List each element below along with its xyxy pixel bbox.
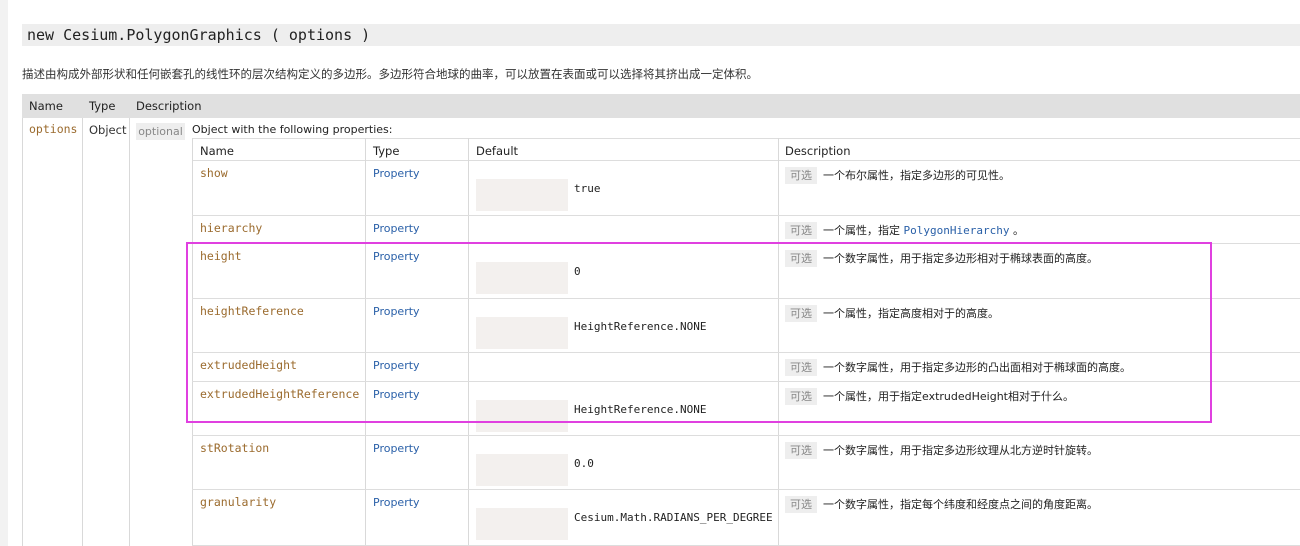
table-row: hierarchy Property 可选 一个属性，指定 PolygonHie… <box>192 216 1300 244</box>
default-value: true <box>574 182 601 195</box>
param-type-link[interactable]: Property <box>373 222 420 235</box>
outer-border-col1 <box>82 118 83 546</box>
param-name: heightReference <box>200 304 304 318</box>
param-description: 一个数字属性，用于指定多边形相对于椭球表面的高度。 <box>823 252 1098 265</box>
header-name: Name <box>29 99 63 113</box>
param-type-link[interactable]: Property <box>373 250 420 263</box>
param-name: stRotation <box>200 441 270 455</box>
inner-header-description: Description <box>785 144 851 158</box>
table-row: stRotation Property 0.0 可选 一个数字属性，用于指定多边… <box>192 436 1300 490</box>
optional-badge: 可选 <box>785 442 817 459</box>
default-value-bg <box>476 400 568 432</box>
table-row: show Property true 可选 一个布尔属性，指定多边形的可见性。 <box>192 161 1300 216</box>
param-type-link[interactable]: Property <box>373 442 420 455</box>
table-row: extrudedHeightReference Property HeightR… <box>192 382 1300 436</box>
default-value-bg <box>476 508 568 540</box>
optional-badge: 可选 <box>785 496 817 513</box>
default-value-bg <box>476 179 568 211</box>
param-options-name: options <box>29 122 78 136</box>
default-value: Cesium.Math.RADIANS_PER_DEGREE <box>574 511 773 524</box>
param-name: height <box>200 249 242 263</box>
param-type-link[interactable]: Property <box>373 167 420 180</box>
param-description: 一个数字属性，指定每个纬度和经度点之间的角度距离。 <box>823 498 1098 511</box>
param-description: 一个数字属性，用于指定多边形的凸出面相对于椭球面的高度。 <box>823 361 1131 374</box>
default-value: 0.0 <box>574 457 594 470</box>
outer-table-header: Name Type Description <box>22 94 1300 118</box>
default-value: HeightReference.NONE <box>574 320 707 333</box>
default-value: 0 <box>574 265 581 278</box>
param-type-link[interactable]: Property <box>373 388 420 401</box>
optional-badge: 可选 <box>785 167 817 184</box>
param-description: 一个布尔属性，指定多边形的可见性。 <box>823 169 1010 182</box>
polygon-hierarchy-link[interactable]: PolygonHierarchy <box>904 224 1010 237</box>
table-row: height Property 0 可选 一个数字属性，用于指定多边形相对于椭球… <box>192 244 1300 299</box>
constructor-signature: new Cesium.PolygonGraphics ( options ) <box>22 24 1300 46</box>
param-description: 一个属性，用于指定extrudedHeight相对于什么。 <box>823 390 1074 403</box>
optional-badge: 可选 <box>785 359 817 376</box>
optional-badge: 可选 <box>785 388 817 405</box>
optional-badge: 可选 <box>785 305 817 322</box>
default-value-bg <box>476 317 568 349</box>
param-type-link[interactable]: Property <box>373 305 420 318</box>
param-options-type: Object <box>89 123 127 137</box>
inner-header-name: Name <box>200 144 234 158</box>
inner-header-type: Type <box>373 144 400 158</box>
param-options-description: Object with the following properties: <box>192 123 393 136</box>
outer-border-left <box>22 118 23 546</box>
outer-border-col2 <box>129 118 130 546</box>
param-name: show <box>200 166 228 180</box>
inner-table-header: Name Type Default Description <box>192 138 1300 161</box>
param-type-link[interactable]: Property <box>373 359 420 372</box>
param-name: extrudedHeightReference <box>200 387 360 401</box>
param-name: extrudedHeight <box>200 358 297 372</box>
table-row: granularity Property Cesium.Math.RADIANS… <box>192 490 1300 546</box>
param-description: 一个属性，指定 PolygonHierarchy 。 <box>823 222 1024 238</box>
default-value: HeightReference.NONE <box>574 403 707 416</box>
description-prefix: 一个属性，指定 <box>823 224 900 237</box>
default-value-bg <box>476 454 568 486</box>
optional-badge: 可选 <box>785 250 817 267</box>
class-description: 描述由构成外部形状和任何嵌套孔的线性环的层次结构定义的多边形。多边形符合地球的曲… <box>22 67 758 81</box>
header-description: Description <box>136 99 202 113</box>
page-gutter <box>0 0 8 546</box>
param-description: 一个数字属性，用于指定多边形纹理从北方逆时针旋转。 <box>823 444 1098 457</box>
table-row: extrudedHeight Property 可选 一个数字属性，用于指定多边… <box>192 353 1300 382</box>
param-name: granularity <box>200 495 277 509</box>
param-type-link[interactable]: Property <box>373 496 420 509</box>
description-suffix: 。 <box>1012 224 1024 237</box>
default-value-bg <box>476 262 568 294</box>
table-row: heightReference Property HeightReference… <box>192 299 1300 353</box>
param-name: hierarchy <box>200 221 263 235</box>
param-description: 一个属性，指定高度相对于的高度。 <box>823 307 999 320</box>
optional-badge: 可选 <box>785 222 817 239</box>
inner-header-default: Default <box>476 144 519 158</box>
optional-badge: optional <box>136 123 185 140</box>
header-type: Type <box>89 99 116 113</box>
